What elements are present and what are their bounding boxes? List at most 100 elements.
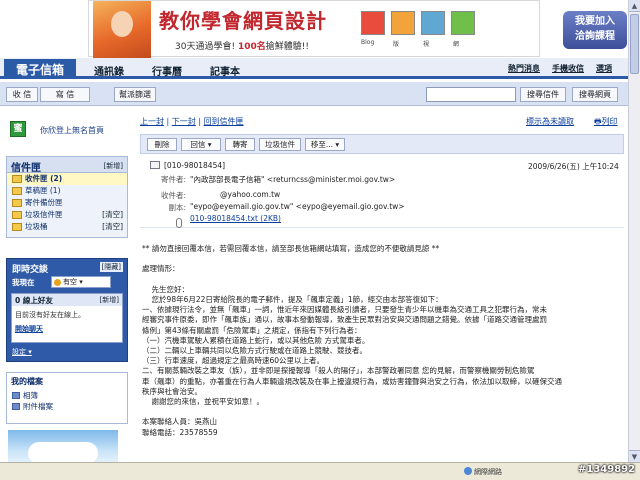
ad-cta-button[interactable]: 我要加入 洽詢課程 — [563, 11, 627, 49]
mark-unread-link[interactable]: 標示為未讀取 — [526, 116, 574, 127]
folder-spam[interactable]: 垃圾信件匣 [清空] — [7, 209, 127, 221]
file-label: 附件檔案 — [23, 402, 53, 411]
tab-mail[interactable]: 電子信箱 — [4, 59, 77, 79]
print-link[interactable]: 🖶列印 — [594, 116, 618, 130]
cc-label: 副本: — [168, 203, 186, 212]
cc-value[interactable]: "eypo@eyemail.gio.gov.tw" <eypo@eyemail.… — [190, 202, 405, 211]
hot-news-link[interactable]: 熱門消息 — [508, 63, 540, 74]
file-attachments-link[interactable]: 附件檔案 — [7, 401, 127, 412]
ad-cta-line2: 洽詢課程 — [575, 31, 615, 42]
vertical-scrollbar[interactable]: ▲ ▼ — [628, 0, 640, 462]
folder-label: 寄件備份匣 — [25, 198, 63, 207]
folder-label: 收件匣 (2) — [25, 174, 63, 183]
empty-trash-link[interactable]: [清空] — [102, 221, 123, 233]
ad-image — [93, 1, 151, 58]
compose-button[interactable]: 寫 信 — [40, 87, 90, 102]
reply-button[interactable]: 回信 ▾ — [181, 138, 221, 151]
browser-window: 教你學會網頁設計 30天通過學會! 100名搶鮮體驗!! Blog 版 視 網 … — [0, 0, 640, 480]
chat-empty-text: 目前沒有好友在線上。 — [15, 311, 85, 319]
message-pane: 上一封 | 下一封 | 回到信件匣 標示為未讀取 🖶列印 刪除 回信 ▾ 轉寄 … — [136, 106, 628, 462]
ad-blog-icon — [361, 11, 385, 35]
to-label: 收件者: — [160, 191, 186, 200]
security-zone: 網際網路 — [474, 468, 502, 476]
spam-button[interactable]: 垃圾信件 — [259, 138, 301, 151]
left-sidebar: 蜜 你欣登上無名首頁 信件匣 [新增] 收件匣 (2) 草稿匣 (1) 寄件備份匣… — [0, 106, 132, 464]
start-chat-link[interactable]: 開始聊天 — [12, 324, 122, 334]
scroll-down-arrow-icon[interactable]: ▼ — [629, 450, 640, 462]
scroll-thumb[interactable] — [630, 14, 639, 74]
folder-box: 信件匣 [新增] 收件匣 (2) 草稿匣 (1) 寄件備份匣 垃圾信件匣 [清空] … — [6, 156, 128, 238]
print-icon: 🖶 — [594, 117, 602, 126]
ad-title: 教你學會網頁設計 — [159, 9, 327, 33]
user-icon: 蜜 — [10, 121, 26, 137]
move-to-button[interactable]: 移至... ▾ — [305, 138, 345, 151]
chat-friends-box: 0 線上好友 [新增] 目前沒有好友在線上。 開始聊天 — [11, 293, 123, 343]
folder-inbox[interactable]: 收件匣 (2) — [7, 173, 127, 185]
user-row: 蜜 你欣登上無名首頁 — [4, 114, 130, 138]
watermark: #1349892 — [578, 464, 636, 475]
chat-status-row: 我現在 有空 ▾ — [7, 275, 127, 289]
tab-calendar[interactable]: 行事曆 — [144, 61, 190, 79]
message-date: 2009/6/26(五) 上午10:24 — [528, 162, 619, 171]
message-action-bar: 刪除 回信 ▾ 轉寄 垃圾信件 移至... ▾ — [140, 134, 624, 154]
delete-button[interactable]: 刪除 — [147, 138, 177, 151]
back-to-folder-link[interactable]: 回到信件匣 — [204, 117, 244, 126]
search-input[interactable] — [426, 87, 516, 102]
chat-status-label: 我現在 — [12, 278, 35, 287]
ad-layout-icon — [391, 11, 415, 35]
ad-sub-suffix: 搶鮮體驗!! — [265, 42, 309, 52]
cloud-shape — [28, 442, 98, 464]
files-box: 我的檔案 相簿 附件檔案 — [6, 372, 128, 424]
attachment-link[interactable]: 010-98018454.txt (2KB) — [190, 214, 281, 223]
forward-button[interactable]: 轉寄 — [225, 138, 255, 151]
envelope-icon — [150, 161, 160, 169]
mobile-mail-link[interactable]: 手機收信 — [552, 63, 584, 74]
folder-icon — [12, 175, 22, 183]
chat-panel: 即時交談 [隱藏] 我現在 有空 ▾ 0 線上好友 [新增] 目前沒有好友在線上。 … — [6, 258, 128, 362]
chat-settings-link[interactable]: 設定 ▾ — [12, 347, 32, 357]
user-greeting[interactable]: 你欣登上無名首頁 — [40, 125, 104, 136]
from-value[interactable]: "內政部部長電子信箱" <returncss@minister.moi.gov.… — [190, 174, 395, 185]
folder-trash[interactable]: 垃圾桶 [清空] — [7, 221, 127, 233]
next-message-link[interactable]: 下一封 — [172, 117, 196, 126]
ad-cta-line1: 我要加入 — [575, 16, 615, 27]
ad-sub-prefix: 30天通過學會! — [175, 42, 236, 52]
chat-hide-link[interactable]: [隱藏] — [99, 262, 123, 272]
ad-box[interactable]: 教你學會網頁設計 30天通過學會! 100名搶鮮體驗!! Blog 版 視 網 … — [88, 0, 627, 58]
scroll-up-arrow-icon[interactable]: ▲ — [629, 0, 640, 12]
folder-drafts[interactable]: 草稿匣 (1) — [7, 185, 127, 197]
from-label: 寄件者: — [160, 175, 186, 184]
prev-message-link[interactable]: 上一封 — [140, 117, 164, 126]
chat-friends-title: 0 線上好友 — [15, 296, 53, 305]
receive-button[interactable]: 收 信 — [6, 87, 38, 102]
ad-web-icon — [451, 11, 475, 35]
file-label: 相簿 — [23, 391, 38, 400]
paperclip-icon — [176, 218, 182, 228]
chat-status-select[interactable]: 有空 ▾ — [51, 276, 111, 288]
folder-label: 草稿匣 (1) — [25, 186, 61, 195]
chat-title: 即時交談 — [12, 265, 49, 275]
folder-sent[interactable]: 寄件備份匣 — [7, 197, 127, 209]
tab-contacts[interactable]: 通訊錄 — [86, 61, 132, 79]
add-friend-link[interactable]: [新增] — [100, 295, 119, 305]
chat-status-value: 有空 — [63, 278, 77, 286]
tab-notes[interactable]: 記事本 — [202, 61, 248, 79]
message-id: [010-98018454] — [164, 161, 226, 170]
to-value[interactable]: @yahoo.com.tw — [220, 190, 280, 199]
ad-video-icon — [421, 11, 445, 35]
search-mail-button[interactable]: 搜尋信件 — [520, 87, 566, 102]
folder-icon — [12, 199, 22, 207]
spam-filter-button[interactable]: 幫派篩選 — [114, 87, 156, 102]
file-album-link[interactable]: 相簿 — [7, 390, 127, 401]
folder-box-header: 信件匣 [新增] — [7, 157, 127, 174]
ad-caption: 版 — [393, 41, 400, 48]
options-link[interactable]: 選項 — [596, 63, 612, 74]
ad-banner: 教你學會網頁設計 30天通過學會! 100名搶鮮體驗!! Blog 版 視 網 … — [0, 0, 640, 58]
sidebar-ad-image[interactable] — [8, 430, 118, 464]
new-folder-link[interactable]: [新增] — [104, 161, 123, 171]
empty-spam-link[interactable]: [清空] — [102, 209, 123, 221]
print-label: 列印 — [601, 117, 618, 126]
search-web-button[interactable]: 搜尋網頁 — [572, 87, 618, 102]
files-title: 我的檔案 — [11, 377, 43, 386]
folder-label: 垃圾信件匣 — [25, 210, 63, 219]
